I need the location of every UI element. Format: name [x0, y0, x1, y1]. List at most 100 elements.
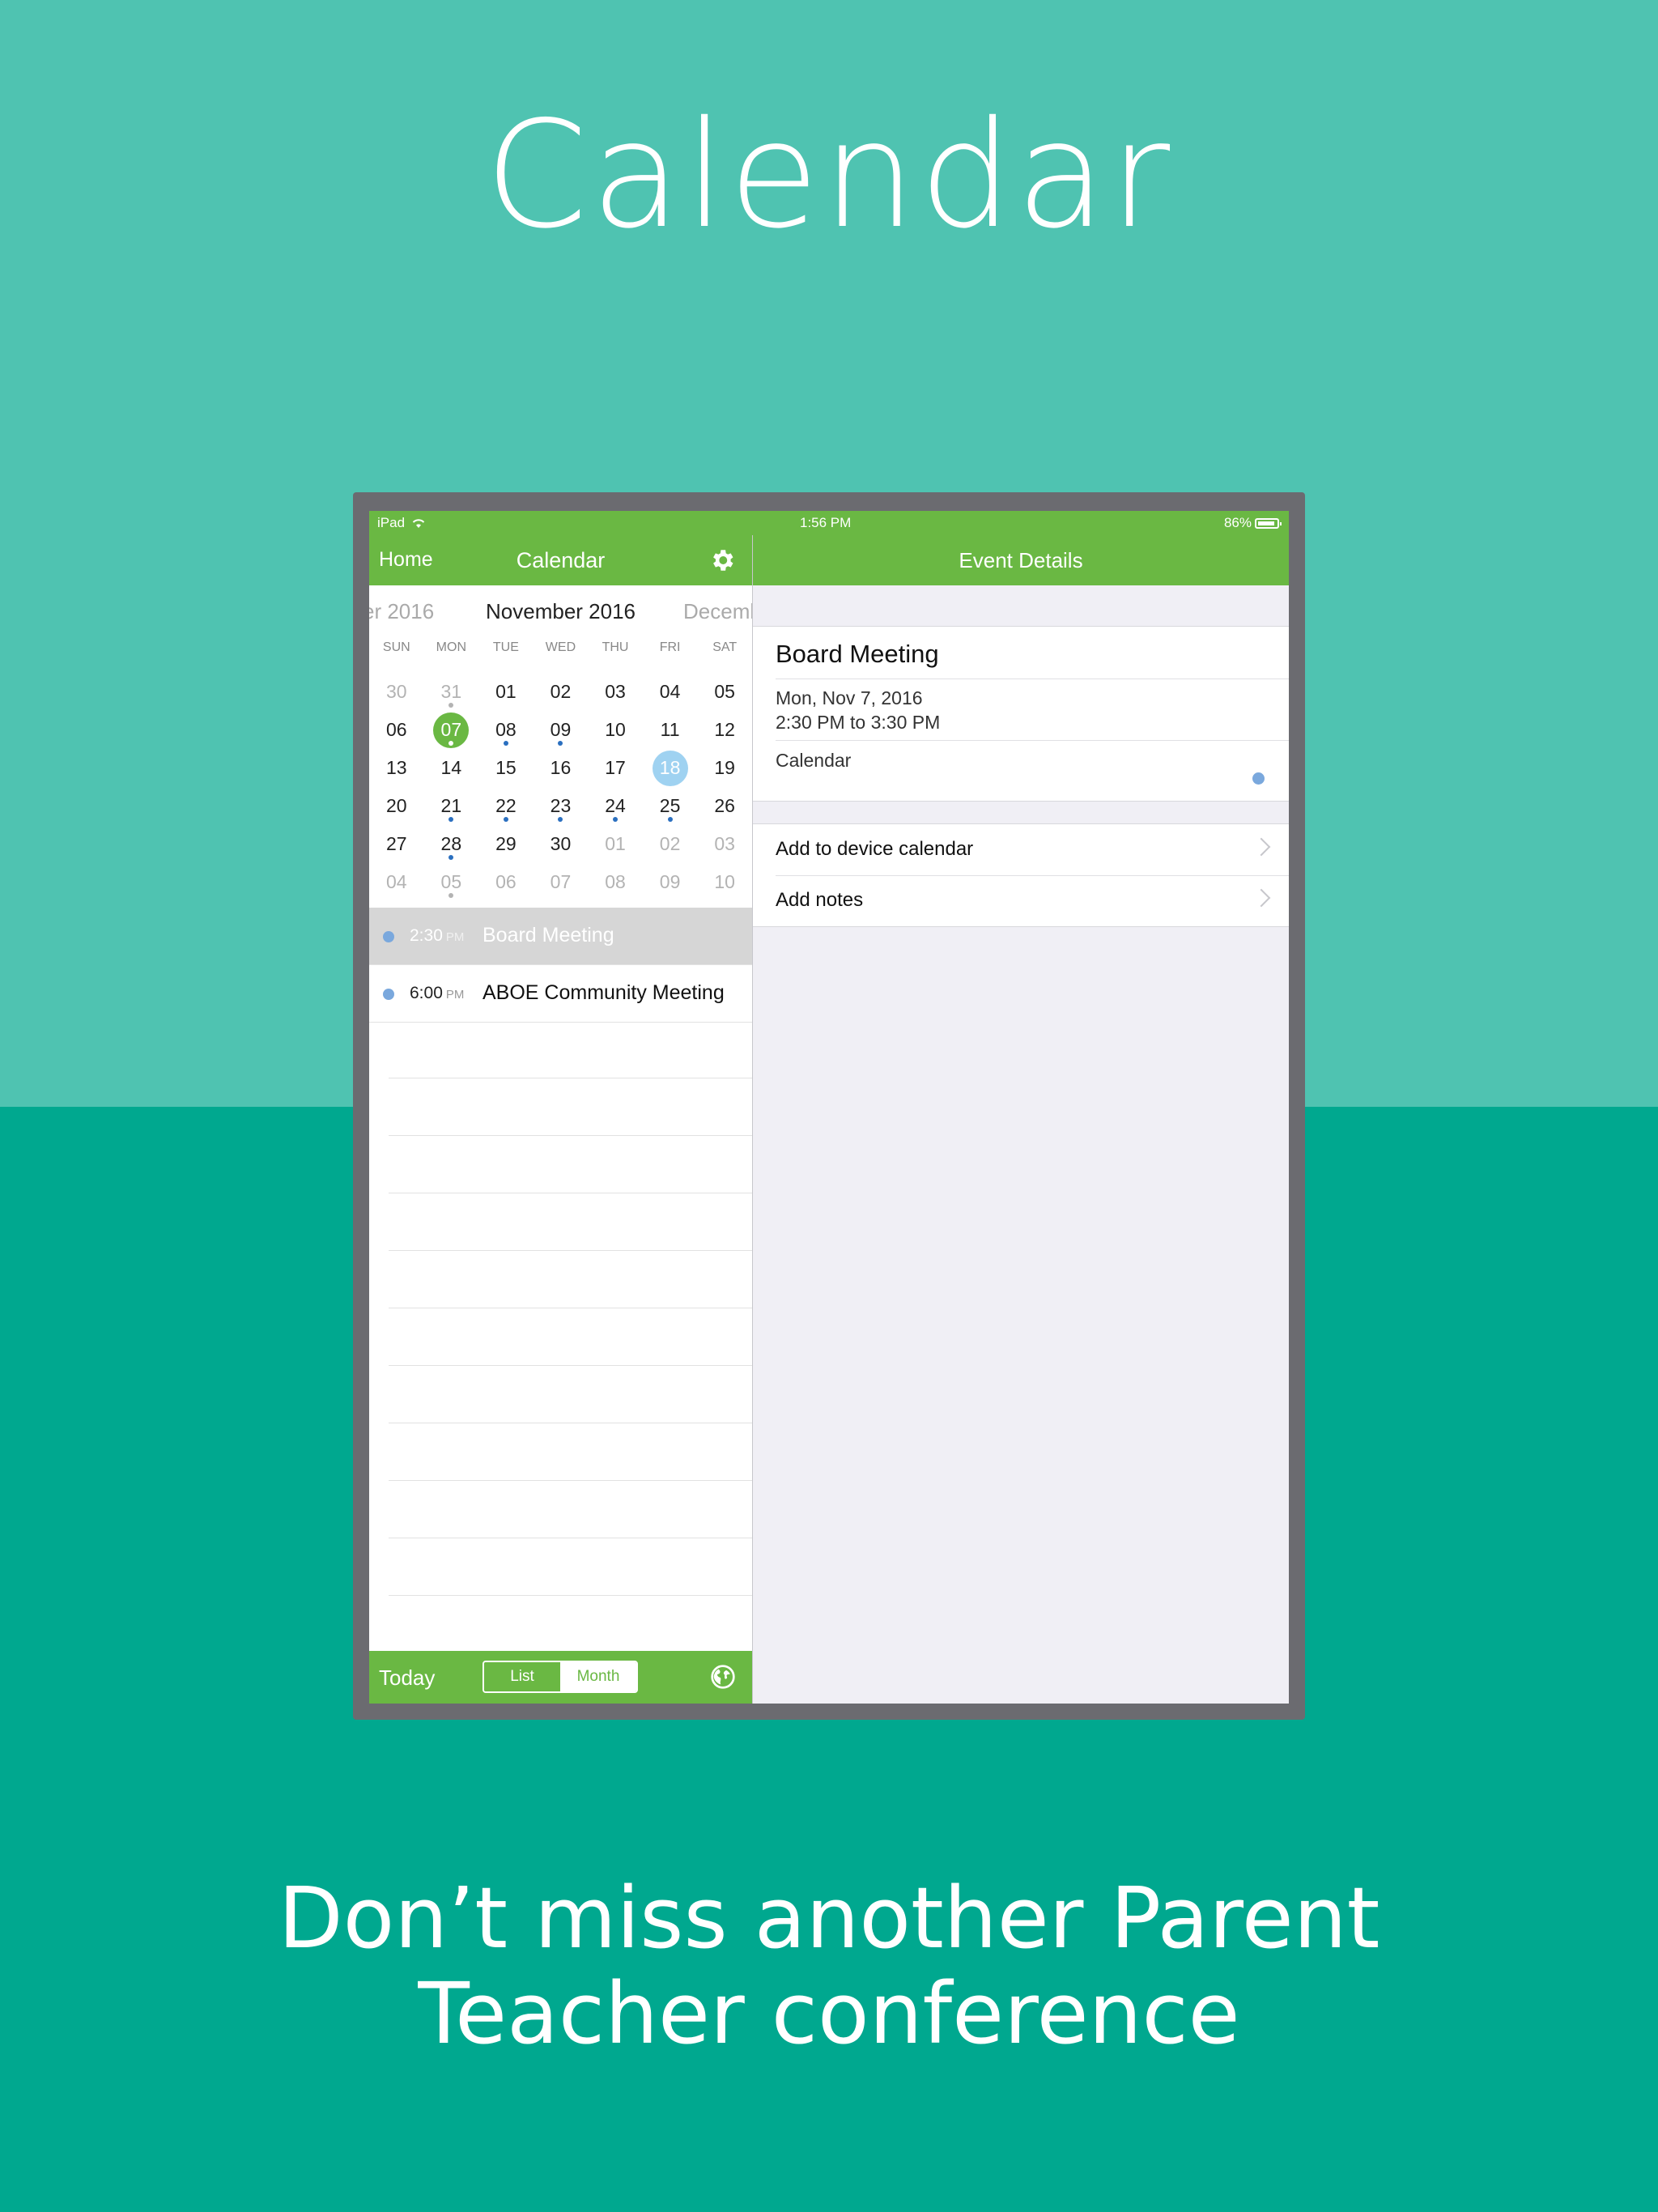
day-number: 18 — [659, 757, 681, 778]
weekday-label: FRI — [659, 640, 681, 654]
day-cell[interactable]: 28 — [424, 825, 479, 863]
chevron-right-icon — [1252, 837, 1271, 857]
day-number: 13 — [385, 757, 407, 778]
day-number: 26 — [714, 795, 735, 816]
ipad-screen: Home Calendar er 2016 November 2016 Dece… — [369, 511, 1289, 1704]
day-cell[interactable]: 14 — [424, 749, 479, 787]
day-cell[interactable]: 05 — [424, 863, 479, 901]
day-cell[interactable]: 20 — [369, 787, 424, 825]
day-number: 25 — [659, 795, 681, 816]
next-month-label[interactable]: Decemb — [683, 599, 762, 624]
globe-icon[interactable] — [710, 1664, 736, 1690]
day-cell[interactable]: 15 — [478, 749, 534, 787]
day-cell[interactable]: 19 — [697, 749, 752, 787]
day-cell[interactable]: 16 — [534, 749, 589, 787]
day-cell[interactable]: 11 — [643, 711, 698, 749]
gear-icon[interactable] — [708, 547, 736, 574]
day-cell[interactable]: 01 — [478, 673, 534, 711]
month-view-segment[interactable]: Month — [560, 1662, 636, 1691]
day-cell[interactable]: 01 — [588, 825, 643, 863]
day-cell[interactable]: 29 — [478, 825, 534, 863]
day-cell[interactable]: 23 — [534, 787, 589, 825]
day-number: 15 — [495, 757, 517, 778]
day-cell[interactable]: 18 — [643, 749, 698, 787]
day-cell[interactable]: 26 — [697, 787, 752, 825]
event-indicator-dot — [449, 817, 454, 822]
weekday-label: SUN — [382, 640, 410, 654]
weekday-header: SUN MON TUE WED THU FRI SAT — [369, 640, 752, 655]
day-cell[interactable]: 08 — [588, 863, 643, 901]
day-cell[interactable]: 03 — [588, 673, 643, 711]
day-cell[interactable]: 06 — [369, 711, 424, 749]
day-cell[interactable]: 21 — [424, 787, 479, 825]
day-cell[interactable]: 05 — [697, 673, 752, 711]
today-button[interactable]: Today — [379, 1665, 435, 1691]
day-cell[interactable]: 08 — [478, 711, 534, 749]
day-number: 06 — [385, 719, 407, 740]
day-cell[interactable]: 27 — [369, 825, 424, 863]
day-cell[interactable]: 30 — [369, 673, 424, 711]
day-cell[interactable]: 06 — [478, 863, 534, 901]
event-title: Board Meeting — [776, 640, 939, 668]
event-ampm: PM — [445, 930, 465, 944]
event-time: 6:00 PM — [410, 984, 464, 1003]
day-cell[interactable]: 12 — [697, 711, 752, 749]
day-number: 04 — [659, 681, 681, 702]
day-number: 29 — [495, 833, 517, 854]
day-cell[interactable]: 04 — [369, 863, 424, 901]
day-cell[interactable]: 02 — [643, 825, 698, 863]
day-number: 23 — [550, 795, 572, 816]
weekday-label: TUE — [492, 640, 519, 654]
day-number: 03 — [605, 681, 626, 702]
weekday-label: WED — [545, 640, 576, 654]
event-color-dot — [383, 931, 394, 942]
day-number: 08 — [605, 871, 626, 892]
wifi-icon — [412, 519, 425, 528]
event-title: ABOE Community Meeting — [483, 981, 725, 1004]
month-strip[interactable]: er 2016 November 2016 Decemb — [369, 596, 762, 628]
day-number: 28 — [440, 833, 462, 854]
list-view-segment[interactable]: List — [484, 1662, 560, 1691]
tagline: Don’t miss another Parent Teacher confer… — [0, 1870, 1658, 2061]
week-row: 20 21 22 23 24 25 26 — [369, 787, 752, 825]
day-cell[interactable]: 17 — [588, 749, 643, 787]
day-cell[interactable]: 09 — [643, 863, 698, 901]
event-indicator-dot — [503, 741, 508, 746]
day-number: 21 — [440, 795, 462, 816]
day-cell[interactable]: 10 — [588, 711, 643, 749]
hero-title: Calendar — [484, 89, 1174, 261]
day-cell[interactable]: 09 — [534, 711, 589, 749]
day-cell[interactable]: 24 — [588, 787, 643, 825]
event-indicator-dot — [449, 893, 454, 898]
day-cell[interactable]: 03 — [697, 825, 752, 863]
day-cell[interactable]: 30 — [534, 825, 589, 863]
day-cell[interactable]: 07 — [534, 863, 589, 901]
day-cell[interactable]: 25 — [643, 787, 698, 825]
add-to-device-calendar-row[interactable]: Add to device calendar — [753, 824, 1289, 875]
day-number: 16 — [550, 757, 572, 778]
event-indicator-dot — [449, 741, 454, 746]
day-cell[interactable]: 07 — [424, 711, 479, 749]
day-number: 01 — [605, 833, 626, 854]
day-cell[interactable]: 13 — [369, 749, 424, 787]
event-calendar-name: Calendar — [776, 750, 852, 771]
add-notes-label: Add notes — [776, 889, 864, 911]
day-cell[interactable]: 04 — [643, 673, 698, 711]
event-row[interactable]: 6:00 PM ABOE Community Meeting — [369, 965, 752, 1023]
add-notes-row[interactable]: Add notes — [753, 875, 1289, 926]
event-time-range: 2:30 PM to 3:30 PM — [776, 712, 941, 733]
day-number: 02 — [659, 833, 681, 854]
event-time-value: 2:30 — [410, 926, 443, 945]
day-cell[interactable]: 22 — [478, 787, 534, 825]
day-cell[interactable]: 02 — [534, 673, 589, 711]
event-row[interactable]: 2:30 PM Board Meeting — [369, 908, 752, 965]
week-row: 30 31 01 02 03 04 05 — [369, 673, 752, 711]
status-bar: iPad 1:56 PM 86% — [369, 511, 1289, 535]
day-cell[interactable]: 31 — [424, 673, 479, 711]
battery-icon — [1255, 517, 1282, 529]
week-row: 04 05 06 07 08 09 10 — [369, 863, 752, 901]
divider — [776, 740, 1289, 741]
event-list: 2:30 PM Board Meeting 6:00 PM ABOE Community … — [369, 908, 752, 1023]
day-cell[interactable]: 10 — [697, 863, 752, 901]
tagline-line-2: Teacher conference — [418, 1964, 1240, 2063]
